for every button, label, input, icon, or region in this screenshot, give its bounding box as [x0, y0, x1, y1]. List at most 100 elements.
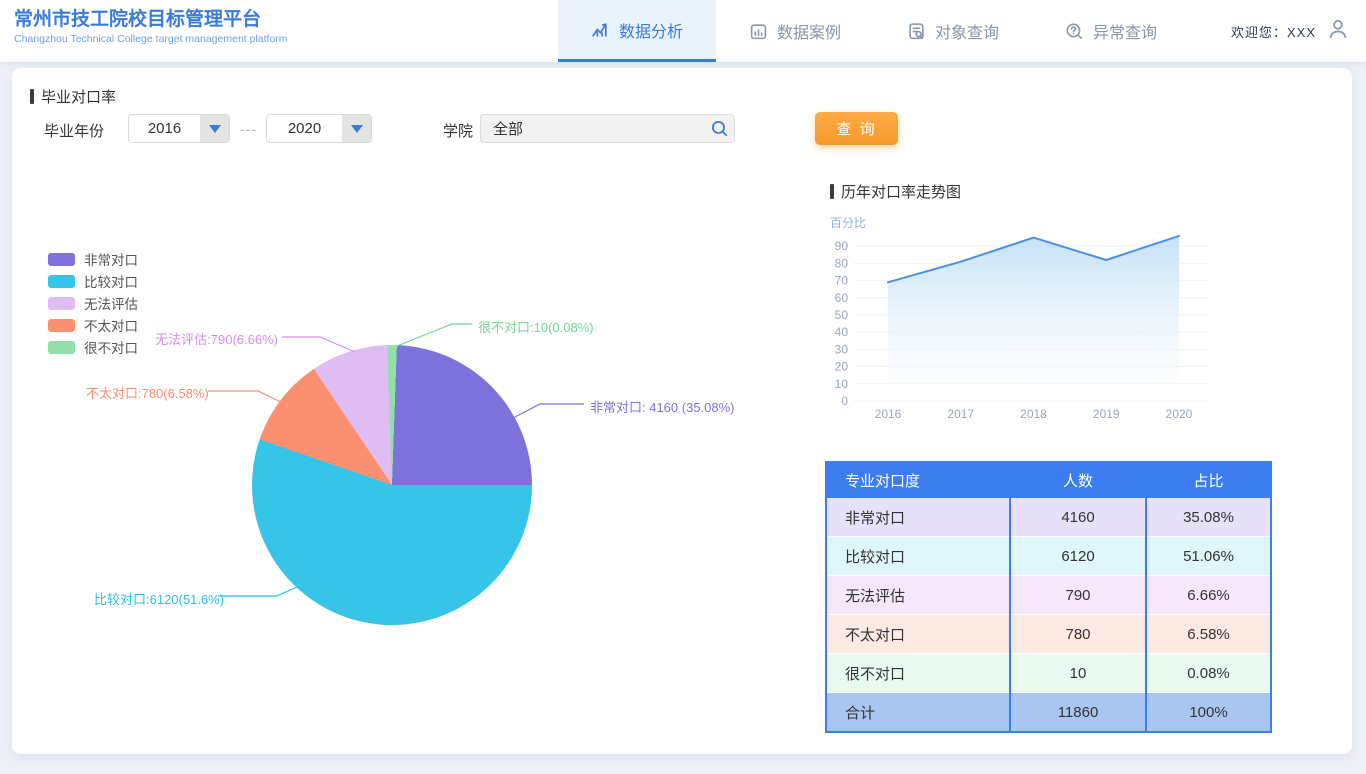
query-button[interactable]: 查 询 [815, 112, 898, 145]
table-cell: 780 [1010, 615, 1146, 654]
user-icon[interactable] [1326, 17, 1350, 46]
legend-item: 非常对口 [48, 248, 138, 270]
title-bar-decoration [30, 89, 34, 104]
chevron-down-icon [342, 115, 371, 142]
svg-text:60: 60 [835, 291, 849, 305]
table-row: 无法评估 790 6.66% [826, 576, 1271, 615]
app-header: 常州市技工院校目标管理平台 Changzhou Technical Colleg… [0, 0, 1366, 62]
trend-title-text: 历年对口率走势图 [841, 181, 961, 202]
chart-board-icon [749, 22, 768, 41]
tab-label: 数据案例 [777, 19, 841, 43]
table-cell: 51.06% [1146, 537, 1271, 576]
question-search-icon [1065, 22, 1084, 41]
table-row: 比较对口 6120 51.06% [826, 537, 1271, 576]
app-title: 常州市技工院校目标管理平台 [14, 8, 288, 32]
table-cell: 很不对口 [826, 654, 1010, 693]
year-to-select[interactable]: 2020 [266, 114, 372, 143]
search-icon[interactable] [704, 119, 734, 138]
svg-text:40: 40 [835, 325, 849, 339]
pie-legend: 非常对口 比较对口 无法评估 不太对口 很不对口 [48, 248, 138, 358]
table-header-row: 专业对口度 人数 占比 [826, 462, 1271, 498]
app-logo: 常州市技工院校目标管理平台 Changzhou Technical Colleg… [14, 8, 288, 46]
tab-abnormal-query[interactable]: 异常查询 [1032, 0, 1190, 62]
column-header: 专业对口度 [826, 462, 1010, 498]
college-search [480, 114, 735, 143]
main-card: 毕业对口率 毕业年份 2016 --- 2020 学院 查 询 非常对口 比较对… [12, 68, 1352, 754]
legend-label: 不太对口 [84, 315, 138, 335]
pie-chart [252, 345, 532, 625]
welcome-text: 欢迎您：XXX [1231, 22, 1316, 41]
table-cell: 比较对口 [826, 537, 1010, 576]
title-bar-decoration [830, 184, 834, 199]
table-cell: 非常对口 [826, 498, 1010, 537]
legend-swatch [48, 275, 75, 288]
table-row: 不太对口 780 6.58% [826, 615, 1271, 654]
table-cell: 无法评估 [826, 576, 1010, 615]
section-title-text: 毕业对口率 [41, 86, 116, 107]
college-input[interactable] [481, 120, 704, 137]
legend-item: 无法评估 [48, 292, 138, 314]
table-cell: 35.08% [1146, 498, 1271, 537]
svg-text:2017: 2017 [947, 407, 974, 421]
legend-swatch [48, 253, 75, 266]
table-cell: 不太对口 [826, 615, 1010, 654]
table-row: 很不对口 10 0.08% [826, 654, 1271, 693]
year-from-select[interactable]: 2016 [128, 114, 230, 143]
legend-item: 比较对口 [48, 270, 138, 292]
table-cell: 6120 [1010, 537, 1146, 576]
svg-text:2020: 2020 [1166, 407, 1193, 421]
svg-text:20: 20 [835, 360, 849, 374]
table-cell: 4160 [1010, 498, 1146, 537]
range-separator: --- [240, 121, 257, 137]
table-row: 非常对口 4160 35.08% [826, 498, 1271, 537]
legend-item: 很不对口 [48, 336, 138, 358]
main-nav: 数据分析 数据案例 对象查询 [558, 0, 1190, 62]
user-area: 欢迎您：XXX [1231, 0, 1350, 62]
svg-text:2016: 2016 [875, 407, 902, 421]
year-to-value: 2020 [267, 115, 342, 142]
table-cell: 6.58% [1146, 615, 1271, 654]
pie-callout: 不太对口:780(6.58%) [86, 383, 204, 402]
page: 常州市技工院校目标管理平台 Changzhou Technical Colleg… [0, 0, 1366, 774]
app-subtitle: Changzhou Technical College target manag… [14, 33, 288, 46]
bar-chart-icon [591, 20, 610, 39]
pie-callout: 比较对口:6120(51.6%) [94, 589, 214, 608]
legend-swatch [48, 341, 75, 354]
column-header: 人数 [1010, 462, 1146, 498]
table-cell: 0.08% [1146, 654, 1271, 693]
section-title-graduation-rate: 毕业对口率 [30, 86, 116, 107]
svg-text:70: 70 [835, 274, 849, 288]
table-cell: 100% [1146, 693, 1271, 733]
table-cell: 6.66% [1146, 576, 1271, 615]
tab-object-query[interactable]: 对象查询 [874, 0, 1032, 62]
legend-label: 无法评估 [84, 293, 138, 313]
svg-text:80: 80 [835, 256, 849, 270]
tab-label: 异常查询 [1093, 19, 1157, 43]
section-title-trend: 历年对口率走势图 [830, 181, 961, 202]
svg-text:2018: 2018 [1020, 407, 1047, 421]
college-label: 学院 [443, 120, 473, 141]
legend-label: 比较对口 [84, 271, 138, 291]
pie-callout: 很不对口:10(0.08%) [478, 317, 594, 336]
table-cell: 10 [1010, 654, 1146, 693]
svg-text:2019: 2019 [1093, 407, 1120, 421]
trend-area-chart: 010203040506070809020162017201820192020 [824, 226, 1216, 426]
svg-text:0: 0 [841, 394, 848, 408]
pie-callout: 无法评估:790(6.66%) [151, 329, 278, 348]
legend-swatch [48, 319, 75, 332]
document-search-icon [907, 22, 926, 41]
legend-swatch [48, 297, 75, 310]
legend-item: 不太对口 [48, 314, 138, 336]
table-cell: 11860 [1010, 693, 1146, 733]
year-from-value: 2016 [129, 115, 200, 142]
tab-label: 数据分析 [619, 18, 683, 42]
pie-callout: 非常对口: 4160 (35.08%) [590, 397, 735, 416]
tab-data-analysis[interactable]: 数据分析 [558, 0, 716, 62]
year-range-label: 毕业年份 [44, 120, 104, 141]
svg-text:50: 50 [835, 308, 849, 322]
tab-data-cases[interactable]: 数据案例 [716, 0, 874, 62]
table-cell: 790 [1010, 576, 1146, 615]
svg-text:30: 30 [835, 342, 849, 356]
svg-text:10: 10 [835, 377, 849, 391]
legend-label: 很不对口 [84, 337, 138, 357]
